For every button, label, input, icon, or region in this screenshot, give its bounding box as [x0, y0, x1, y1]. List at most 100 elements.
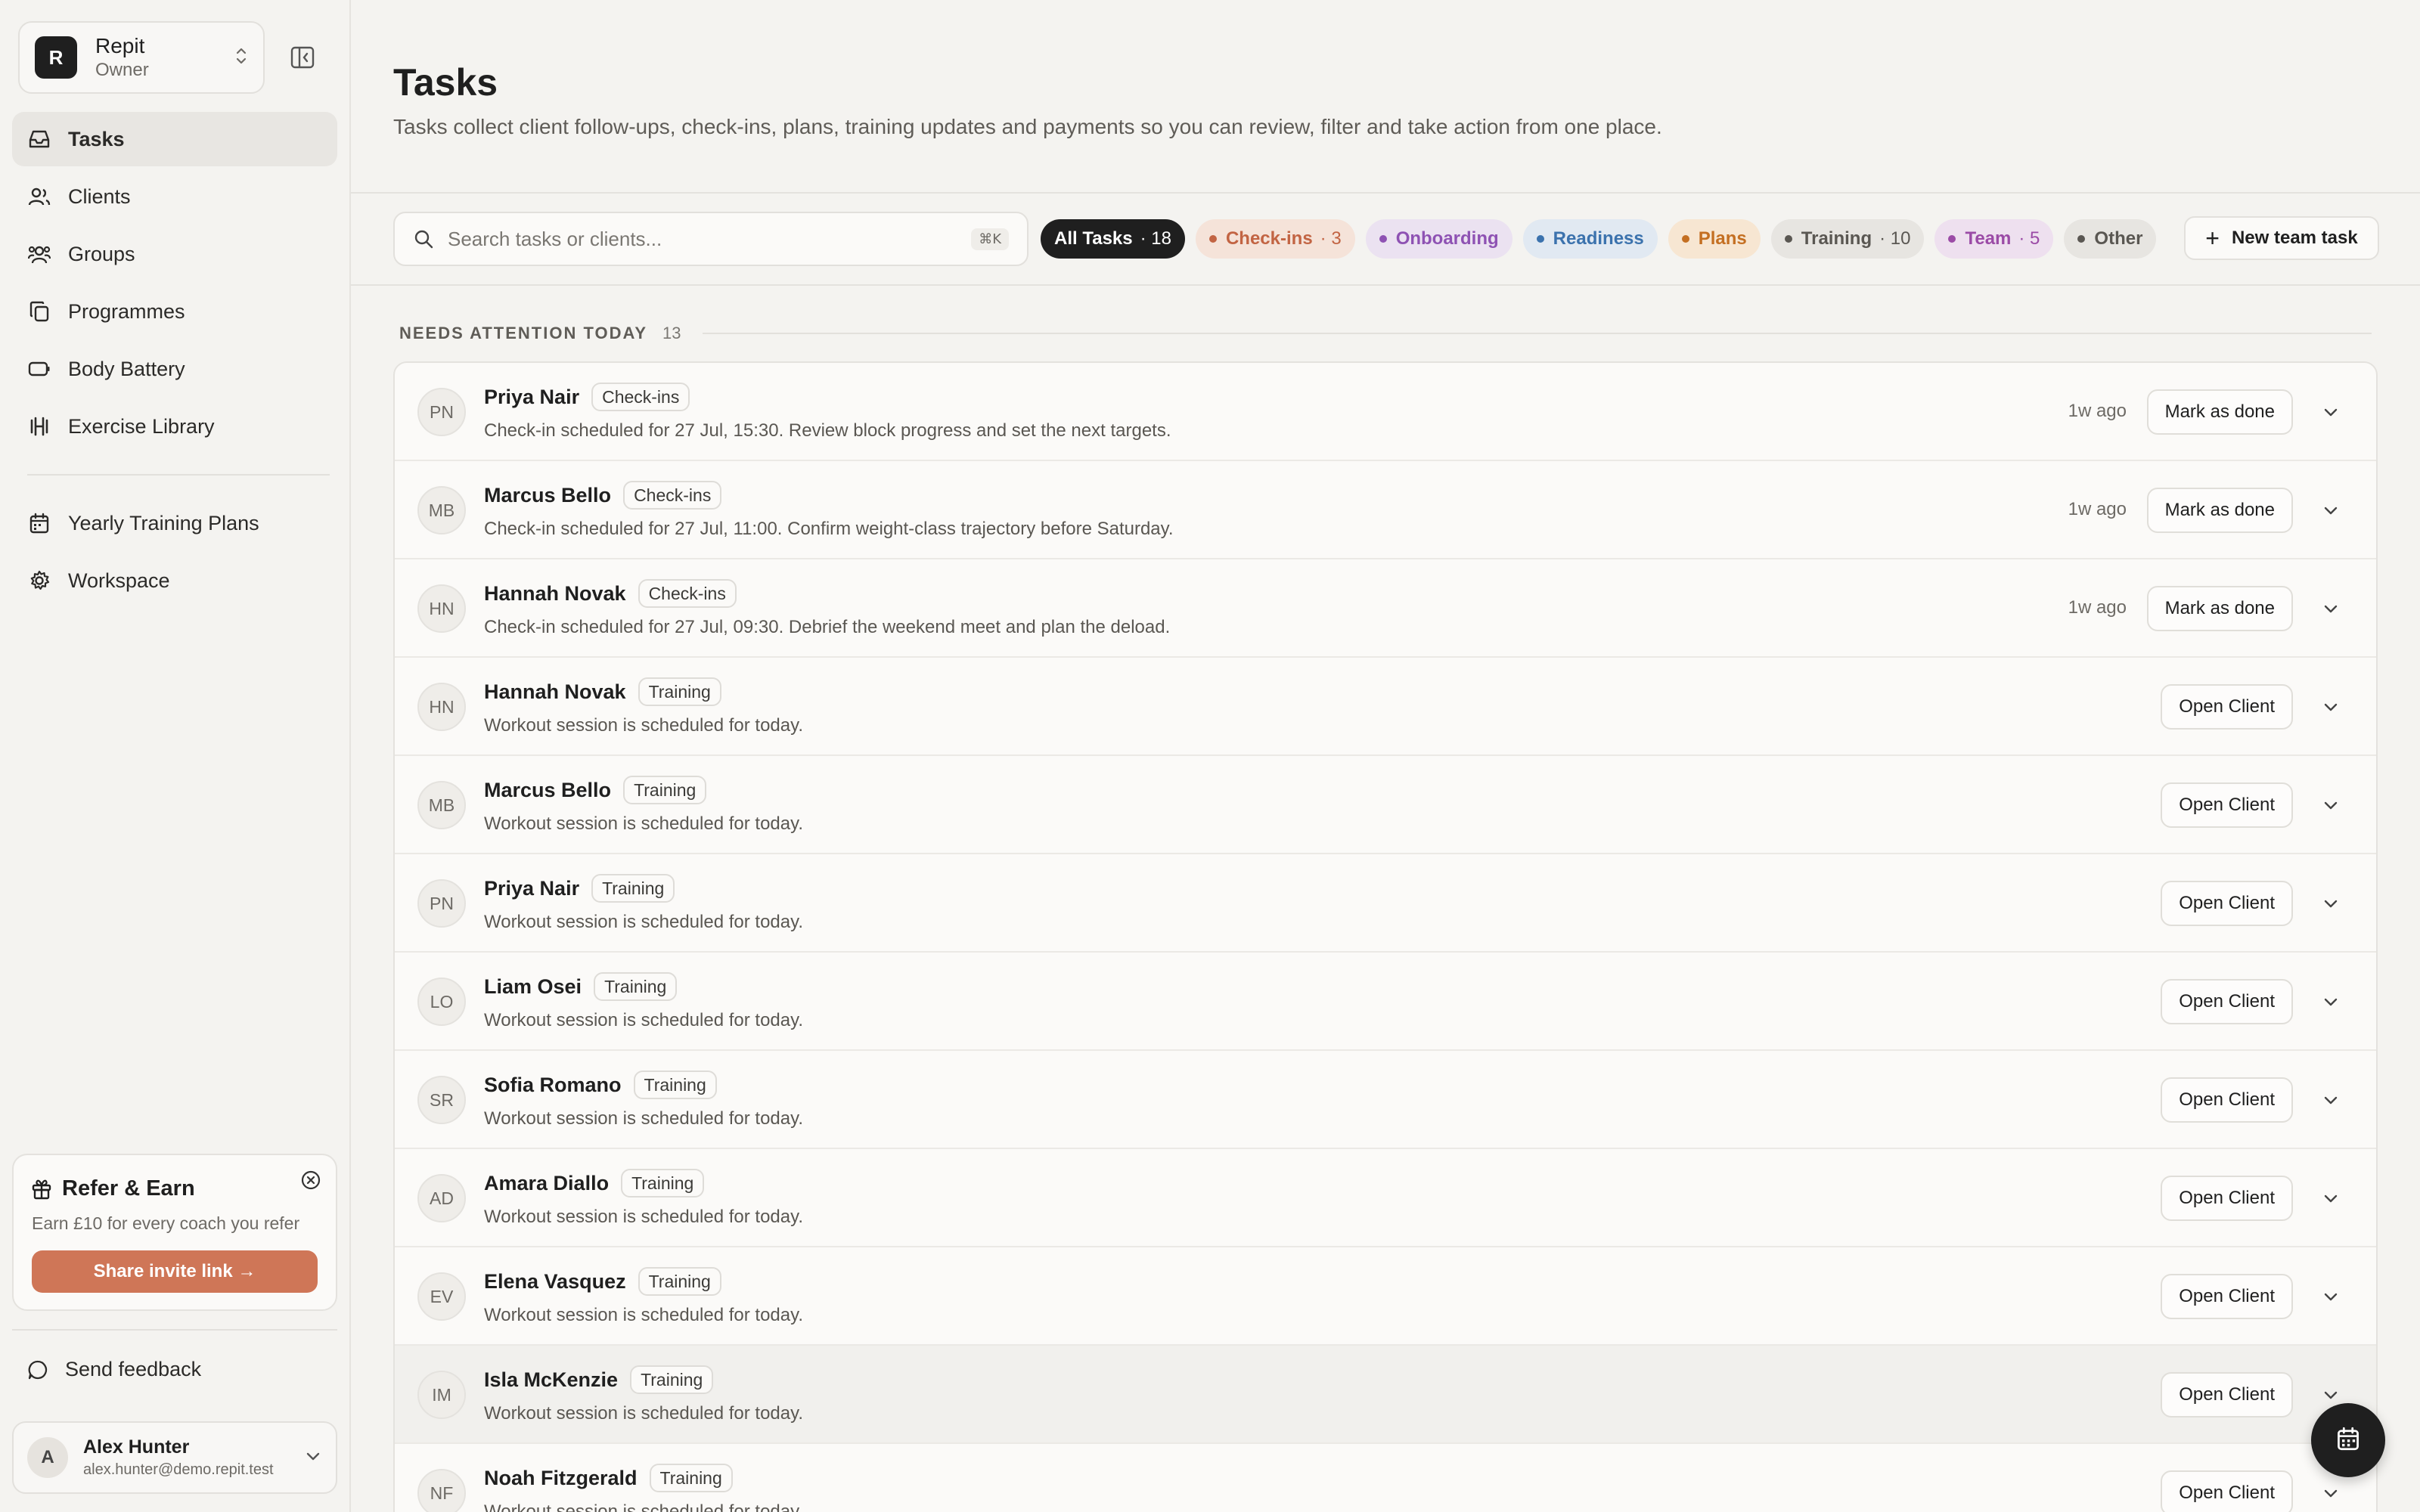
- client-name[interactable]: Priya Nair: [484, 386, 579, 409]
- chevron-down-icon[interactable]: [2319, 1186, 2343, 1210]
- filter-chip-check-ins[interactable]: Check-ins · 3: [1195, 219, 1355, 259]
- filter-chip-onboarding[interactable]: Onboarding: [1365, 219, 1512, 259]
- nav-item-exercise-library[interactable]: Exercise Library: [12, 399, 337, 454]
- open-client-button[interactable]: Open Client: [2161, 1372, 2293, 1418]
- task-row[interactable]: HN Hannah Novak Training Workout session is…: [395, 658, 2376, 756]
- calendar-fab-button[interactable]: [2311, 1403, 2385, 1477]
- filter-chip-training[interactable]: Training · 10: [1770, 219, 1925, 259]
- open-client-button[interactable]: Open Client: [2161, 782, 2293, 828]
- task-row[interactable]: SR Sofia Romano Training Workout session is…: [395, 1051, 2376, 1149]
- open-client-button[interactable]: Open Client: [2161, 1470, 2293, 1512]
- chevron-down-icon[interactable]: [2319, 498, 2343, 522]
- nav-label: Exercise Library: [68, 414, 215, 438]
- task-row[interactable]: LO Liam Osei Training Workout session is sc…: [395, 953, 2376, 1051]
- user-name: Alex Hunter: [83, 1436, 190, 1458]
- client-name[interactable]: Sofia Romano: [484, 1074, 622, 1097]
- search-input[interactable]: [448, 227, 972, 251]
- filter-chip-all-tasks[interactable]: All Tasks · 18: [1041, 219, 1185, 259]
- client-name[interactable]: Priya Nair: [484, 877, 579, 900]
- client-name[interactable]: Marcus Bello: [484, 779, 611, 802]
- nav-item-clients[interactable]: Clients: [12, 169, 337, 224]
- task-row[interactable]: MB Marcus Bello Training Workout session is…: [395, 756, 2376, 854]
- task-description: Workout session is scheduled for today.: [484, 813, 803, 834]
- chevron-down-icon[interactable]: [2319, 596, 2343, 621]
- client-name[interactable]: Liam Osei: [484, 975, 582, 999]
- open-client-button[interactable]: Open Client: [2161, 684, 2293, 730]
- mark-as-done-button[interactable]: Mark as done: [2146, 586, 2293, 631]
- task-description: Workout session is scheduled for today.: [484, 912, 803, 932]
- chip-label: Readiness: [1553, 228, 1644, 249]
- open-client-button[interactable]: Open Client: [2161, 1274, 2293, 1319]
- nav-item-yearly-training-plans[interactable]: Yearly Training Plans: [12, 496, 337, 550]
- nav-item-groups[interactable]: Groups: [12, 227, 337, 281]
- chevron-down-icon[interactable]: [2319, 695, 2343, 719]
- filter-chip-readiness[interactable]: Readiness: [1522, 219, 1658, 259]
- new-team-task-label: New team task: [2231, 228, 2358, 248]
- open-client-button[interactable]: Open Client: [2161, 979, 2293, 1024]
- chevron-down-icon: [304, 1447, 322, 1469]
- task-description: Workout session is scheduled for today.: [484, 1501, 803, 1512]
- task-row[interactable]: NF Noah Fitzgerald Training Workout session…: [395, 1444, 2376, 1512]
- client-name[interactable]: Amara Diallo: [484, 1172, 609, 1195]
- filter-chip-plans[interactable]: Plans: [1668, 219, 1761, 259]
- filter-chip-other[interactable]: Other: [2064, 219, 2157, 259]
- nav-label: Yearly Training Plans: [68, 511, 259, 534]
- task-type-tag: Training: [633, 1070, 717, 1099]
- nav-item-tasks[interactable]: Tasks: [12, 112, 337, 166]
- nav-item-body-battery[interactable]: Body Battery: [12, 342, 337, 396]
- task-list: PN Priya Nair Check-ins Check-in scheduled …: [393, 361, 2378, 1512]
- share-invite-link-button[interactable]: Share invite link →: [32, 1250, 318, 1293]
- user-email: alex.hunter@demo.repit.test: [83, 1461, 274, 1478]
- client-name[interactable]: Hannah Novak: [484, 680, 626, 704]
- client-name[interactable]: Noah Fitzgerald: [484, 1467, 638, 1490]
- new-team-task-button[interactable]: + New team task: [2184, 216, 2379, 260]
- task-description: Check-in scheduled for 27 Jul, 15:30. Re…: [484, 420, 1171, 441]
- nav-label: Tasks: [68, 127, 125, 150]
- chevron-down-icon[interactable]: [2319, 1284, 2343, 1309]
- task-type-tag: Training: [591, 874, 675, 903]
- chevron-down-icon[interactable]: [2319, 990, 2343, 1014]
- nav-item-programmes[interactable]: Programmes: [12, 284, 337, 339]
- task-description: Workout session is scheduled for today.: [484, 1108, 803, 1129]
- task-row[interactable]: AD Amara Diallo Training Workout session is…: [395, 1149, 2376, 1247]
- nav-item-workspace[interactable]: Workspace: [12, 553, 337, 608]
- chevron-down-icon[interactable]: [2319, 1088, 2343, 1112]
- filter-chip-team[interactable]: Team · 5: [1934, 219, 2054, 259]
- chevron-down-icon[interactable]: [2319, 1383, 2343, 1407]
- send-feedback-link[interactable]: Send feedback: [27, 1358, 201, 1381]
- client-name[interactable]: Hannah Novak: [484, 582, 626, 606]
- search-box[interactable]: ⌘K: [393, 212, 1028, 266]
- task-type-tag: Check-ins: [638, 579, 737, 608]
- client-name[interactable]: Elena Vasquez: [484, 1270, 626, 1294]
- chevron-down-icon[interactable]: [2319, 793, 2343, 817]
- task-row[interactable]: EV Elena Vasquez Training Workout session i…: [395, 1247, 2376, 1346]
- task-row[interactable]: MB Marcus Bello Check-ins Check-in schedule…: [395, 461, 2376, 559]
- close-icon[interactable]: [299, 1169, 322, 1191]
- open-client-button[interactable]: Open Client: [2161, 881, 2293, 926]
- chip-label: Plans: [1698, 228, 1747, 249]
- workspace-name: Repit: [95, 34, 145, 57]
- task-row[interactable]: PN Priya Nair Check-ins Check-in scheduled …: [395, 363, 2376, 461]
- gear-icon: [27, 569, 51, 593]
- chevron-down-icon[interactable]: [2319, 400, 2343, 424]
- workspace-logo: R: [35, 36, 77, 79]
- sidebar-divider: [12, 1329, 337, 1331]
- mark-as-done-button[interactable]: Mark as done: [2146, 488, 2293, 533]
- nav-label: Workspace: [68, 569, 170, 592]
- task-row[interactable]: PN Priya Nair Training Workout session is s…: [395, 854, 2376, 953]
- chevron-down-icon[interactable]: [2319, 891, 2343, 916]
- open-client-button[interactable]: Open Client: [2161, 1077, 2293, 1123]
- collapse-sidebar-button[interactable]: [287, 44, 318, 71]
- client-name[interactable]: Isla McKenzie: [484, 1368, 618, 1392]
- workspace-switcher[interactable]: R Repit Owner: [18, 21, 265, 94]
- user-menu[interactable]: A Alex Hunter alex.hunter@demo.repit.tes…: [12, 1421, 337, 1494]
- task-row[interactable]: IM Isla McKenzie Training Workout session i…: [395, 1346, 2376, 1444]
- chevron-down-icon[interactable]: [2319, 1481, 2343, 1505]
- chip-label: Other: [2094, 228, 2143, 249]
- mark-as-done-button[interactable]: Mark as done: [2146, 389, 2293, 435]
- client-name[interactable]: Marcus Bello: [484, 484, 611, 507]
- open-client-button[interactable]: Open Client: [2161, 1176, 2293, 1221]
- task-row[interactable]: HN Hannah Novak Check-ins Check-in schedule…: [395, 559, 2376, 658]
- nav-label: Clients: [68, 184, 131, 208]
- status-dot: [1784, 235, 1792, 243]
